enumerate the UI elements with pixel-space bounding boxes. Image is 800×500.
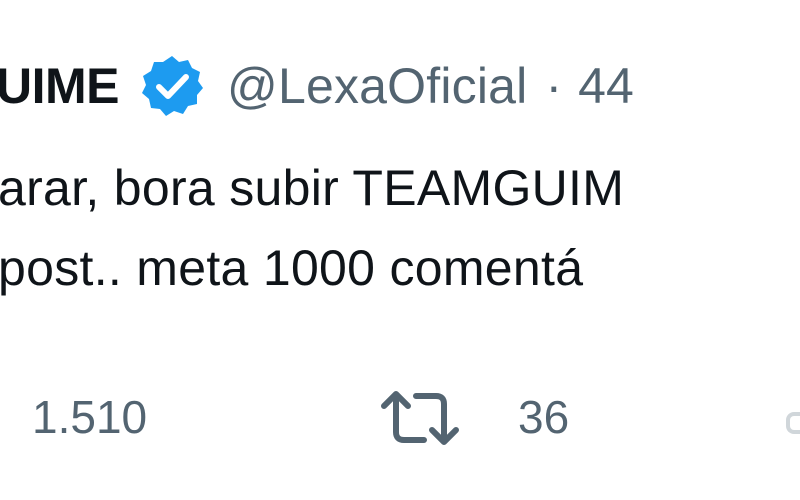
tweet-text: arar, bora subir TEAMGUIM post.. meta 10… xyxy=(0,148,624,308)
tweet[interactable]: UIME @LexaOficial · 44 arar, bora subir … xyxy=(0,0,800,500)
tweet-text-line: post.. meta 1000 comentá xyxy=(0,240,584,296)
tweet-timestamp[interactable]: 44 xyxy=(578,57,634,115)
retweet-icon[interactable] xyxy=(378,388,462,448)
header-separator: · xyxy=(545,58,563,114)
author-display-name[interactable]: UIME xyxy=(0,57,120,115)
tweet-actions: 1.510 36 xyxy=(0,382,800,462)
like-icon[interactable] xyxy=(786,412,800,434)
tweet-text-line: arar, bora subir TEAMGUIM xyxy=(0,160,625,216)
reply-count[interactable]: 1.510 xyxy=(32,390,147,444)
verified-badge-icon xyxy=(139,53,205,119)
tweet-header: UIME @LexaOficial · 44 xyxy=(0,46,634,126)
retweet-count[interactable]: 36 xyxy=(518,390,569,444)
author-handle[interactable]: @LexaOficial xyxy=(227,57,528,115)
